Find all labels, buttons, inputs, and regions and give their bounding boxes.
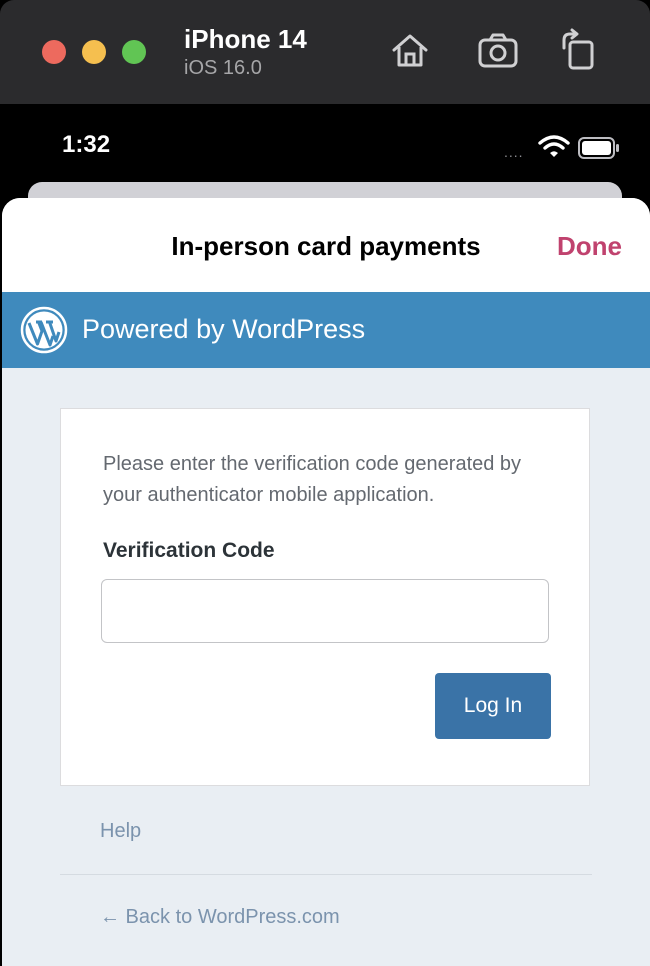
wifi-icon xyxy=(538,135,570,157)
zoom-window-button[interactable] xyxy=(122,40,146,64)
verification-form: Please enter the verification code gener… xyxy=(60,408,590,786)
done-button[interactable]: Done xyxy=(557,231,622,262)
login-content: Please enter the verification code gener… xyxy=(2,368,650,966)
verification-code-label: Verification Code xyxy=(103,539,275,562)
back-to-wordpress-link[interactable]: ← Back to WordPress.com xyxy=(100,906,340,929)
home-icon[interactable] xyxy=(388,28,432,72)
close-window-button[interactable] xyxy=(42,40,66,64)
help-link[interactable]: Help xyxy=(100,820,141,843)
cellular-signal-indicator: .... xyxy=(504,144,524,160)
navigation-bar: In-person card payments Done xyxy=(2,198,650,292)
divider xyxy=(60,874,592,875)
wordpress-logo-icon xyxy=(20,306,68,354)
payments-sheet: In-person card payments Done Powered by … xyxy=(2,198,650,966)
minimize-window-button[interactable] xyxy=(82,40,106,64)
page-title: In-person card payments xyxy=(171,231,481,261)
instructions-text: Please enter the verification code gener… xyxy=(103,453,522,506)
verification-code-input[interactable] xyxy=(101,579,549,643)
rotate-device-icon[interactable] xyxy=(556,28,600,72)
status-time: 1:32 xyxy=(62,131,111,158)
log-in-button[interactable]: Log In xyxy=(435,673,551,739)
ios-status-bar: 1:32 .... xyxy=(0,104,650,184)
screenshot-camera-icon[interactable] xyxy=(476,28,520,72)
device-os-version: iOS 16.0 xyxy=(184,57,262,79)
simulator-toolbar: iPhone 14 iOS 16.0 xyxy=(0,0,650,104)
device-name: iPhone 14 xyxy=(184,24,307,54)
battery-icon xyxy=(578,137,619,159)
wordpress-header: Powered by WordPress xyxy=(2,292,650,368)
powered-by-text: Powered by WordPress xyxy=(82,314,366,344)
